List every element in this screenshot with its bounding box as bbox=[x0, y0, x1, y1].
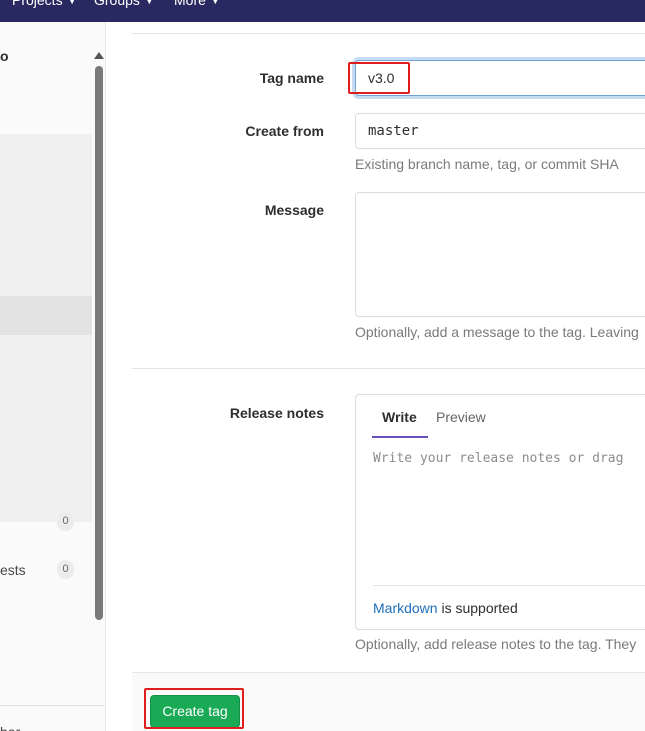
top-navbar: Projects ▼ Groups ▼ More ▼ bbox=[0, 0, 645, 22]
nav-projects-label: Projects bbox=[12, 0, 63, 8]
new-tag-form: Tag name v3.0 Create from master Existin… bbox=[106, 22, 645, 731]
tag-name-label: Tag name bbox=[259, 70, 324, 86]
nav-more[interactable]: More ▼ bbox=[174, 0, 220, 8]
project-sidebar: o 0 ests 0 bar bbox=[0, 22, 106, 731]
markdown-hint-text: is supported bbox=[437, 600, 518, 616]
divider bbox=[132, 368, 645, 369]
sidebar-project-name[interactable]: o bbox=[0, 48, 9, 64]
nav-projects[interactable]: Projects ▼ bbox=[12, 0, 77, 8]
tab-preview[interactable]: Preview bbox=[436, 409, 486, 425]
scroll-up-arrow-icon[interactable] bbox=[94, 52, 104, 59]
sidebar-item-issues-count: 0 bbox=[57, 512, 74, 531]
sidebar-divider bbox=[0, 705, 105, 706]
chevron-down-icon: ▼ bbox=[210, 0, 220, 7]
highlight-box bbox=[348, 62, 410, 94]
markdown-hint: Markdown is supported bbox=[373, 600, 518, 616]
active-tab-indicator bbox=[372, 436, 428, 438]
nav-groups[interactable]: Groups ▼ bbox=[94, 0, 154, 8]
release-notes-label: Release notes bbox=[229, 405, 324, 421]
create-from-help: Existing branch name, tag, or commit SHA bbox=[355, 156, 619, 172]
sidebar-item-merge-requests-count: 0 bbox=[57, 560, 74, 579]
sidebar-item-merge-requests-label[interactable]: ests bbox=[0, 562, 26, 578]
message-label: Message bbox=[264, 202, 324, 218]
nav-groups-label: Groups bbox=[94, 0, 140, 8]
highlight-box bbox=[144, 688, 244, 729]
chevron-down-icon: ▼ bbox=[144, 0, 154, 7]
sidebar-scrollbar[interactable] bbox=[95, 66, 103, 620]
message-help: Optionally, add a message to the tag. Le… bbox=[355, 324, 639, 340]
tab-write[interactable]: Write bbox=[382, 409, 417, 425]
collapse-sidebar-button[interactable]: bar bbox=[0, 724, 20, 731]
release-notes-help: Optionally, add release notes to the tag… bbox=[355, 636, 637, 652]
release-notes-textarea[interactable]: Write your release notes or drag bbox=[373, 451, 623, 466]
release-notes-editor: Write Preview Write your release notes o… bbox=[355, 394, 645, 630]
chevron-down-icon: ▼ bbox=[67, 0, 77, 7]
divider bbox=[373, 585, 645, 586]
sidebar-item-active[interactable] bbox=[0, 296, 92, 335]
message-textarea[interactable] bbox=[355, 192, 645, 317]
create-from-input[interactable]: master bbox=[355, 113, 645, 149]
nav-more-label: More bbox=[174, 0, 206, 8]
create-from-label: Create from bbox=[245, 123, 324, 139]
divider bbox=[132, 33, 645, 34]
markdown-link[interactable]: Markdown bbox=[373, 600, 438, 616]
